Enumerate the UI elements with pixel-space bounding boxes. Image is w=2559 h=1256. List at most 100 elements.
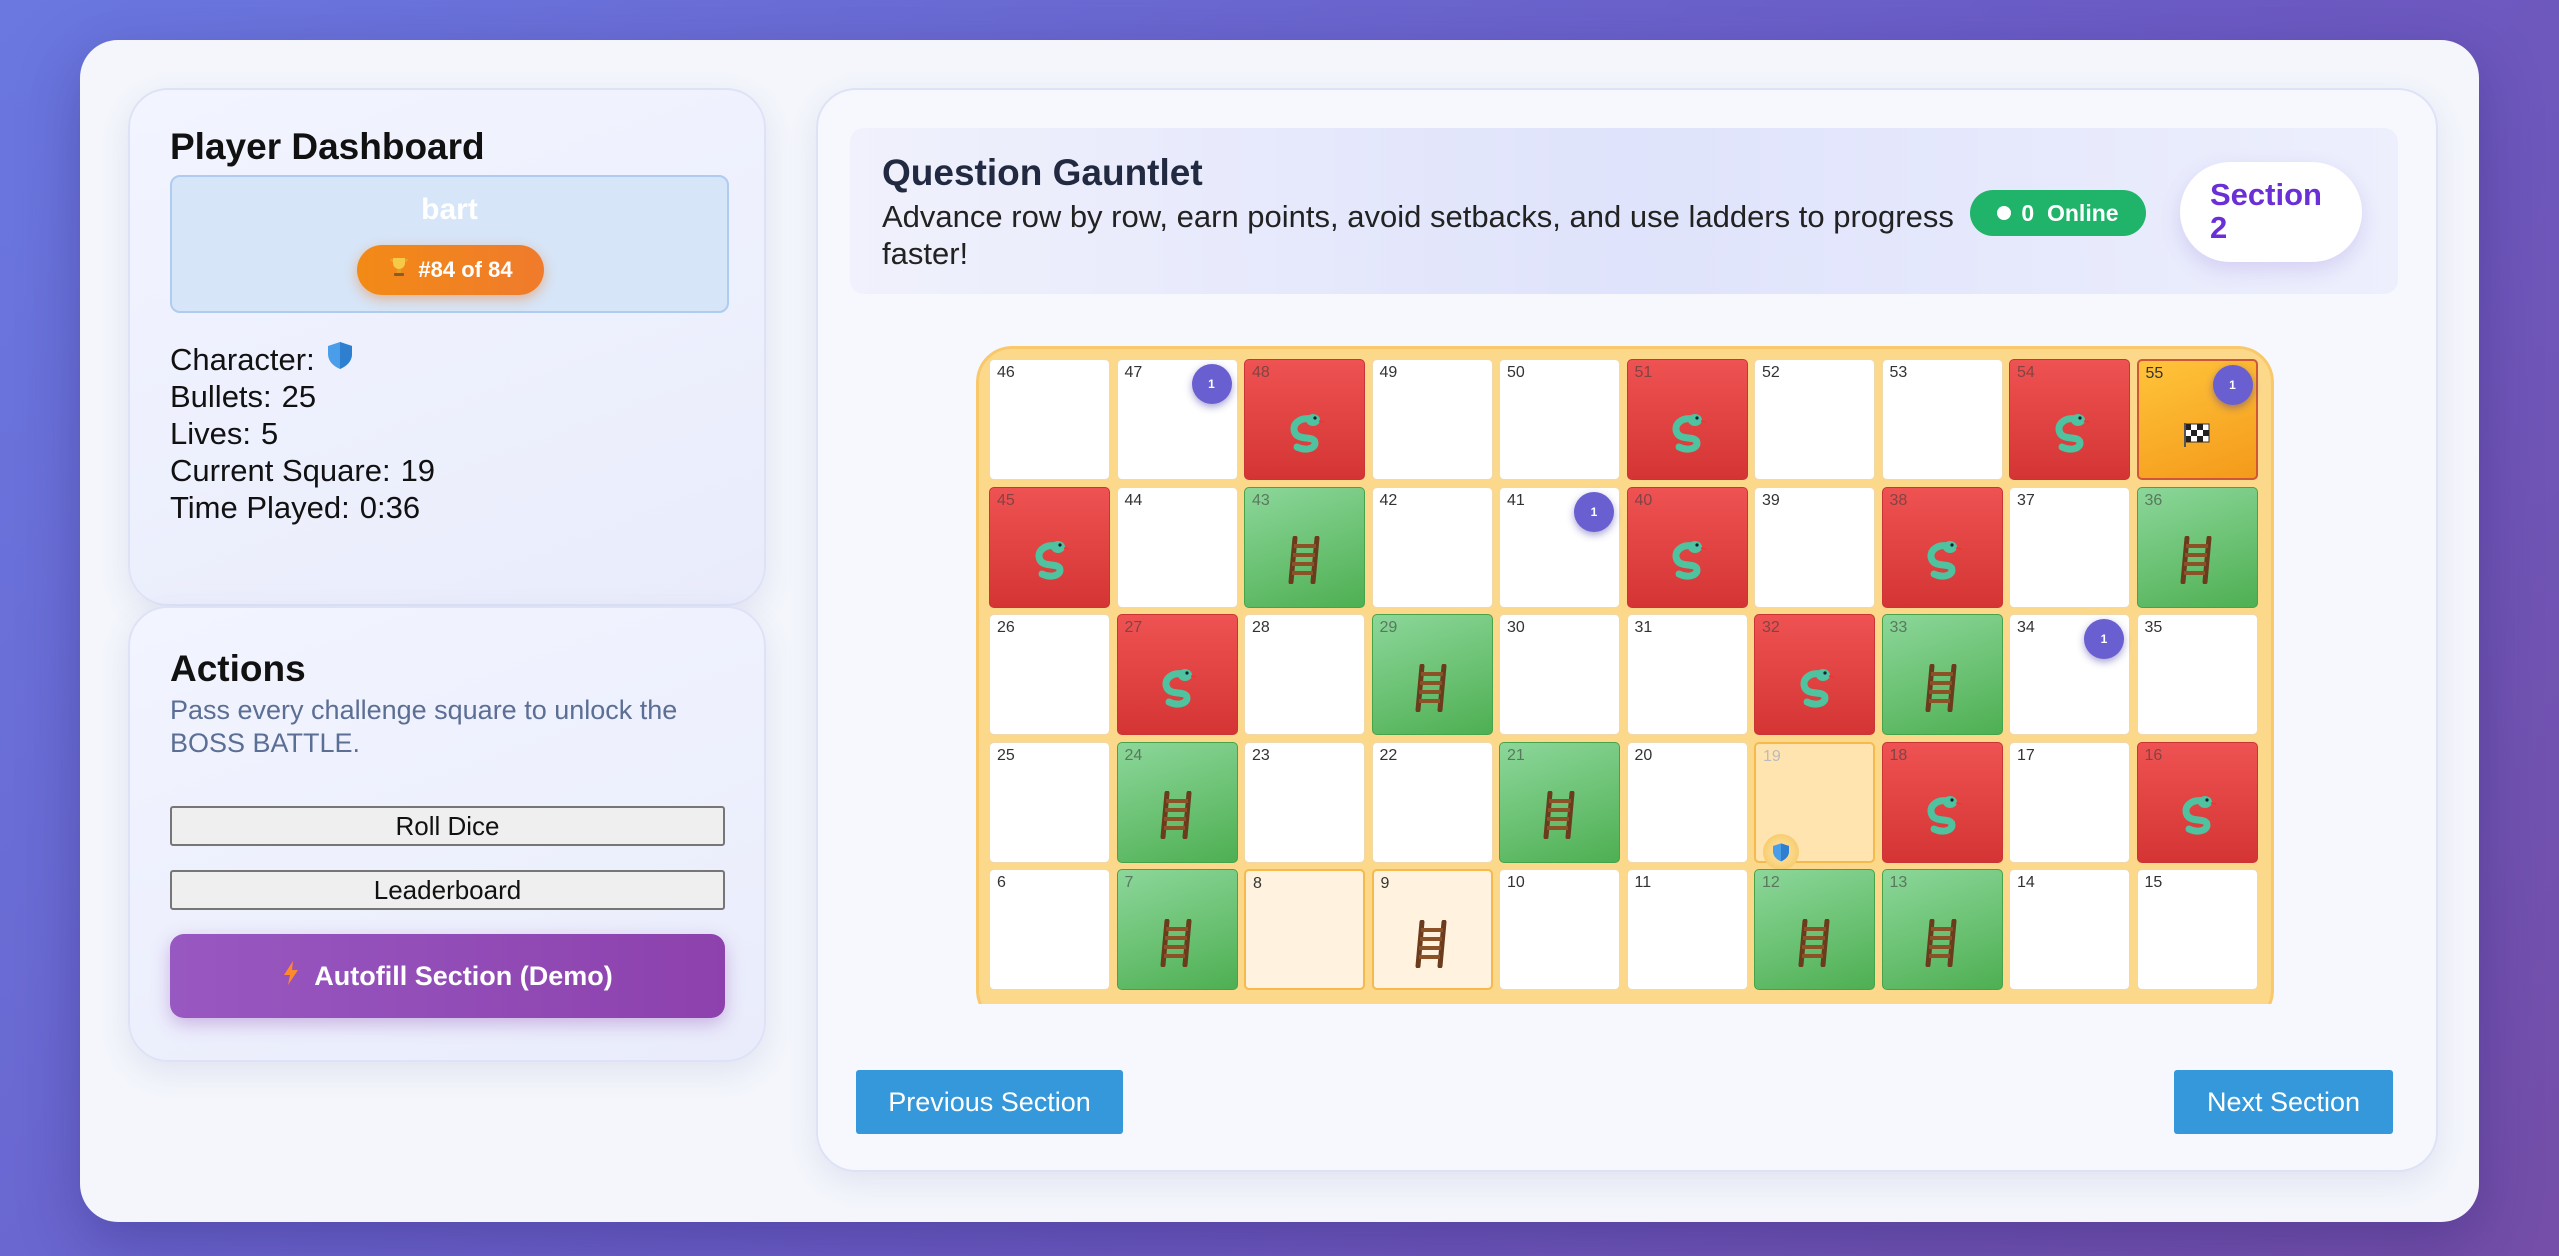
board-square-snake[interactable]: 38 (1881, 486, 2003, 609)
board-square-goal[interactable]: 55 1 (2136, 359, 2258, 480)
board-square[interactable]: 46 (989, 359, 1110, 480)
ladder-icon (1883, 639, 2002, 736)
snake-icon (990, 512, 1109, 609)
game-panel: Question Gauntlet Advance row by row, ea… (816, 88, 2438, 1172)
stat-character: Character: (170, 340, 435, 378)
player-name: bart (421, 193, 478, 226)
stat-label: Current Square: (170, 453, 391, 488)
next-section-button[interactable]: Next Section (2174, 1070, 2393, 1134)
board-square-ladder[interactable]: 33 (1881, 614, 2003, 736)
board-square-ladder[interactable]: 12 (1754, 869, 1875, 990)
board-square-ladder[interactable]: 43 (1244, 486, 1365, 609)
board-square[interactable]: 41 1 (1499, 486, 1620, 608)
ladder-icon (1118, 894, 1237, 991)
square-number: 21 (1507, 746, 1525, 764)
board-square[interactable]: 26 (989, 614, 1110, 735)
board-square[interactable]: 15 (2136, 869, 2258, 990)
board-square-ladder[interactable]: 21 (1499, 741, 1620, 864)
board-square-snake[interactable]: 54 (2009, 359, 2130, 480)
board-square[interactable]: 39 (1754, 486, 1875, 608)
snake-icon (2010, 384, 2129, 481)
board-square[interactable]: 14 (2009, 869, 2130, 990)
square-number: 30 (1507, 619, 1525, 636)
board-square[interactable]: 35 (2136, 614, 2258, 735)
board-square-visited[interactable]: 8 (1244, 869, 1365, 990)
rank-text: #84 of 84 (418, 257, 513, 282)
stat-time-played: Time Played: 0:36 (170, 489, 435, 526)
board-square[interactable]: 52 (1754, 359, 1875, 480)
snake-icon (1883, 767, 2002, 864)
board-square-snake[interactable]: 16 (2136, 741, 2258, 863)
board-square-snake[interactable]: 40 (1626, 486, 1748, 609)
board-square[interactable]: 10 (1499, 869, 1620, 990)
stat-label: Lives: (170, 416, 251, 451)
square-number: 29 (1379, 619, 1398, 636)
square-number: 37 (2017, 491, 2035, 509)
player-token-icon (1763, 833, 1799, 870)
square-number: 52 (1762, 364, 1780, 381)
board-square[interactable]: 11 (1626, 869, 1748, 990)
snake-icon (1628, 512, 1747, 609)
game-header: Question Gauntlet Advance row by row, ea… (850, 128, 2398, 294)
roll-dice-button[interactable]: Roll Dice (170, 806, 725, 846)
autofill-section-button[interactable]: Autofill Section (Demo) (170, 934, 725, 1018)
board-square-snake[interactable]: 32 (1754, 614, 1875, 735)
board-square[interactable]: 44 (1116, 486, 1238, 608)
square-number: 39 (1762, 491, 1780, 509)
player-count-badge: 1 (1574, 491, 1614, 532)
square-number: 7 (1124, 874, 1134, 891)
square-number: 14 (2017, 874, 2035, 891)
square-number: 11 (1634, 874, 1652, 891)
square-number: 9 (1380, 875, 1390, 892)
square-number: 23 (1252, 746, 1270, 764)
board-square-ladder[interactable]: 13 (1881, 869, 2003, 990)
board-square[interactable]: 37 (2009, 486, 2130, 608)
ladder-icon (1500, 767, 1619, 864)
player-card: bart #84 of 84 (170, 175, 729, 313)
board-square[interactable]: 23 (1244, 741, 1365, 863)
board-square-current[interactable]: 19 (1754, 741, 1875, 870)
board-square[interactable]: 34 1 (2009, 614, 2130, 735)
square-number: 27 (1124, 619, 1143, 636)
board-square[interactable]: 25 (989, 741, 1110, 863)
board-square-ladder[interactable]: 36 (2136, 486, 2258, 608)
board-square[interactable]: 53 (1881, 359, 2003, 480)
board-square-ladder[interactable]: 7 (1116, 869, 1238, 991)
board-square[interactable]: 17 (2009, 741, 2130, 863)
board-square[interactable]: 42 (1371, 486, 1493, 608)
snake-icon (1628, 384, 1747, 481)
game-title: Question Gauntlet (882, 152, 1203, 193)
leaderboard-button[interactable]: Leaderboard (170, 870, 725, 910)
previous-section-button[interactable]: Previous Section (856, 1070, 1123, 1134)
square-number: 48 (1252, 364, 1270, 381)
board-square[interactable]: 47 1 (1116, 359, 1238, 480)
board-square-snake[interactable]: 18 (1881, 741, 2003, 864)
board-square[interactable]: 49 (1371, 359, 1493, 480)
board-square[interactable]: 28 (1244, 614, 1365, 735)
board-square[interactable]: 31 (1626, 614, 1748, 735)
board-square-snake[interactable]: 45 (989, 486, 1110, 609)
board-square[interactable]: 22 (1371, 741, 1493, 863)
board-square[interactable]: 6 (989, 869, 1110, 990)
actions-panel: Actions Pass every challenge square to u… (128, 606, 766, 1062)
board-square-snake[interactable]: 48 (1244, 359, 1365, 480)
board-square-snake[interactable]: 51 (1626, 359, 1748, 481)
ladder-icon (1245, 512, 1364, 609)
board-square[interactable]: 20 (1626, 741, 1748, 863)
stat-value: 5 (260, 416, 279, 451)
square-number: 16 (2144, 746, 2163, 764)
board-square-visited[interactable]: 9 (1371, 869, 1493, 990)
square-number: 34 (2017, 619, 2035, 636)
board-square-ladder[interactable]: 24 (1116, 741, 1238, 863)
dashboard-title: Player Dashboard (170, 126, 485, 167)
snake-icon (1883, 512, 2002, 609)
board-square-snake[interactable]: 27 (1116, 614, 1238, 735)
square-number: 45 (997, 491, 1015, 509)
board-square[interactable]: 30 (1499, 614, 1620, 735)
board-square-ladder[interactable]: 29 (1371, 614, 1493, 735)
square-number: 22 (1379, 746, 1398, 764)
section-label: Section (2210, 177, 2322, 212)
shield-icon (325, 340, 355, 378)
stat-value: 19 (400, 453, 436, 488)
board-square[interactable]: 50 (1499, 359, 1620, 480)
